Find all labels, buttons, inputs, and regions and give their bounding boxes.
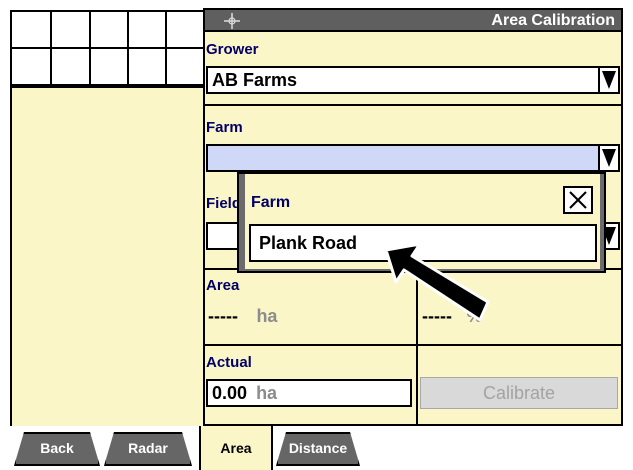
farm-popup: Farm Plank Road <box>237 172 606 273</box>
farm-option-item[interactable]: Plank Road <box>249 224 597 262</box>
left-panel <box>10 86 203 426</box>
page-title: Area Calibration <box>491 12 615 29</box>
popup-title: Farm <box>251 194 291 211</box>
tab-distance[interactable]: Distance <box>276 432 360 466</box>
area-unit: ha <box>256 306 278 326</box>
column-divider <box>416 268 418 426</box>
actual-unit: ha <box>256 383 278 403</box>
actual-label: Actual <box>206 354 252 371</box>
grower-value: AB Farms <box>212 70 298 90</box>
farm-dropdown[interactable] <box>206 144 620 172</box>
tab-radar[interactable]: Radar <box>104 432 192 466</box>
grower-dropdown[interactable]: AB Farms <box>206 66 620 94</box>
farm-label: Farm <box>206 119 243 136</box>
area-label: Area <box>206 277 240 294</box>
divider <box>205 104 621 106</box>
popup-body: Farm Plank Road <box>245 174 600 269</box>
chevron-down-icon[interactable] <box>598 146 618 170</box>
divider <box>205 344 621 346</box>
percent-value: ----- <box>422 306 452 326</box>
close-icon <box>569 191 587 209</box>
field-label: Field <box>206 195 242 212</box>
grower-label: Grower <box>206 41 259 58</box>
crosshair-icon <box>224 13 240 29</box>
actual-input[interactable]: 0.00 ha <box>206 379 412 407</box>
shortcut-grid <box>10 10 203 86</box>
title-bar: Area Calibration <box>203 8 623 32</box>
close-button[interactable] <box>563 186 593 214</box>
percent-unit: % <box>466 306 483 326</box>
actual-value: 0.00 <box>212 383 248 403</box>
calibrate-button[interactable]: Calibrate <box>420 377 618 409</box>
chevron-down-icon[interactable] <box>598 68 618 92</box>
tab-back[interactable]: Back <box>14 432 100 466</box>
area-readout: ----- ha <box>208 306 277 327</box>
tab-area[interactable]: Area <box>199 426 273 470</box>
percent-readout: ----- % <box>422 306 482 327</box>
area-value: ----- <box>208 306 238 326</box>
